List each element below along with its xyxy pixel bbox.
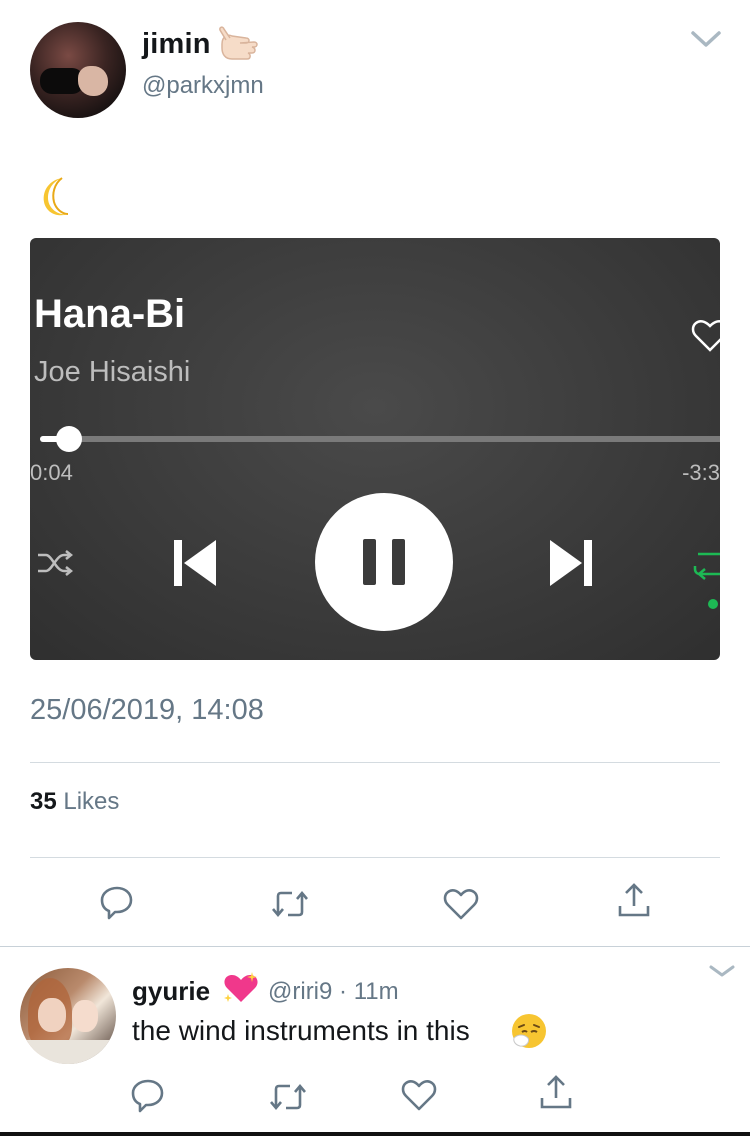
progress-track	[40, 436, 720, 442]
likes-count: 35	[30, 788, 57, 815]
sparkling-heart-emoji-icon	[224, 972, 258, 1002]
pause-bar-right	[392, 539, 405, 585]
media-player-image[interactable]: Hana-Bi Joe Hisaishi 0:04 -3:3	[30, 238, 720, 660]
avatar-face-detail	[38, 998, 66, 1032]
section-divider	[0, 946, 750, 947]
repeat-active-dot	[708, 599, 718, 609]
author-handle[interactable]: @parkxjmn	[142, 72, 264, 100]
repeat-icon	[693, 552, 720, 580]
pause-bar-left	[363, 539, 376, 585]
call-me-hand-emoji-icon	[219, 26, 258, 60]
track-artist: Joe Hisaishi	[34, 356, 191, 388]
reply-text: the wind instruments in this	[132, 1015, 470, 1046]
time-remaining: -3:3	[682, 460, 720, 485]
like-icon[interactable]	[399, 1075, 439, 1115]
author-display-name[interactable]: jimin	[142, 28, 211, 61]
divider	[30, 762, 720, 763]
track-title: Hana-Bi	[34, 292, 186, 336]
shuffle-icon	[38, 550, 74, 576]
divider	[30, 857, 720, 858]
retweet-icon[interactable]	[268, 1077, 308, 1117]
avatar-face-detail	[72, 1000, 98, 1032]
likes-summary[interactable]: 35 Likes	[30, 788, 119, 816]
like-icon[interactable]	[441, 884, 481, 924]
reply-handle-time[interactable]: @riri9 · 11m	[268, 978, 399, 1006]
reply-author-avatar[interactable]	[20, 968, 116, 1064]
progress-knob	[56, 426, 82, 452]
share-icon[interactable]	[614, 880, 654, 920]
retweet-icon[interactable]	[270, 884, 310, 924]
chevron-down-icon[interactable]	[690, 28, 722, 50]
avatar-coat-detail	[20, 1040, 116, 1064]
reply-icon[interactable]	[128, 1075, 168, 1115]
likes-label: Likes	[63, 788, 120, 815]
sneezing-face-emoji-icon	[512, 1014, 546, 1048]
reply-icon[interactable]	[97, 882, 137, 922]
avatar-hand-detail	[78, 66, 108, 96]
share-icon[interactable]	[536, 1072, 576, 1112]
skip-next-icon	[550, 540, 592, 586]
skip-previous-icon	[174, 540, 216, 586]
pause-button-graphic	[315, 493, 453, 631]
time-elapsed: 0:04	[30, 460, 73, 485]
tweet-header: jimin @parkxjmn	[0, 0, 750, 130]
author-avatar[interactable]	[30, 22, 126, 118]
heart-outline-icon	[691, 320, 720, 352]
reply-display-name[interactable]: gyurie	[132, 976, 210, 1007]
tweet-timestamp[interactable]: 25/06/2019, 14:08	[30, 694, 264, 727]
bottom-edge	[0, 1132, 750, 1136]
chevron-down-icon[interactable]	[708, 962, 736, 980]
crescent-moon-emoji-icon	[43, 177, 69, 216]
